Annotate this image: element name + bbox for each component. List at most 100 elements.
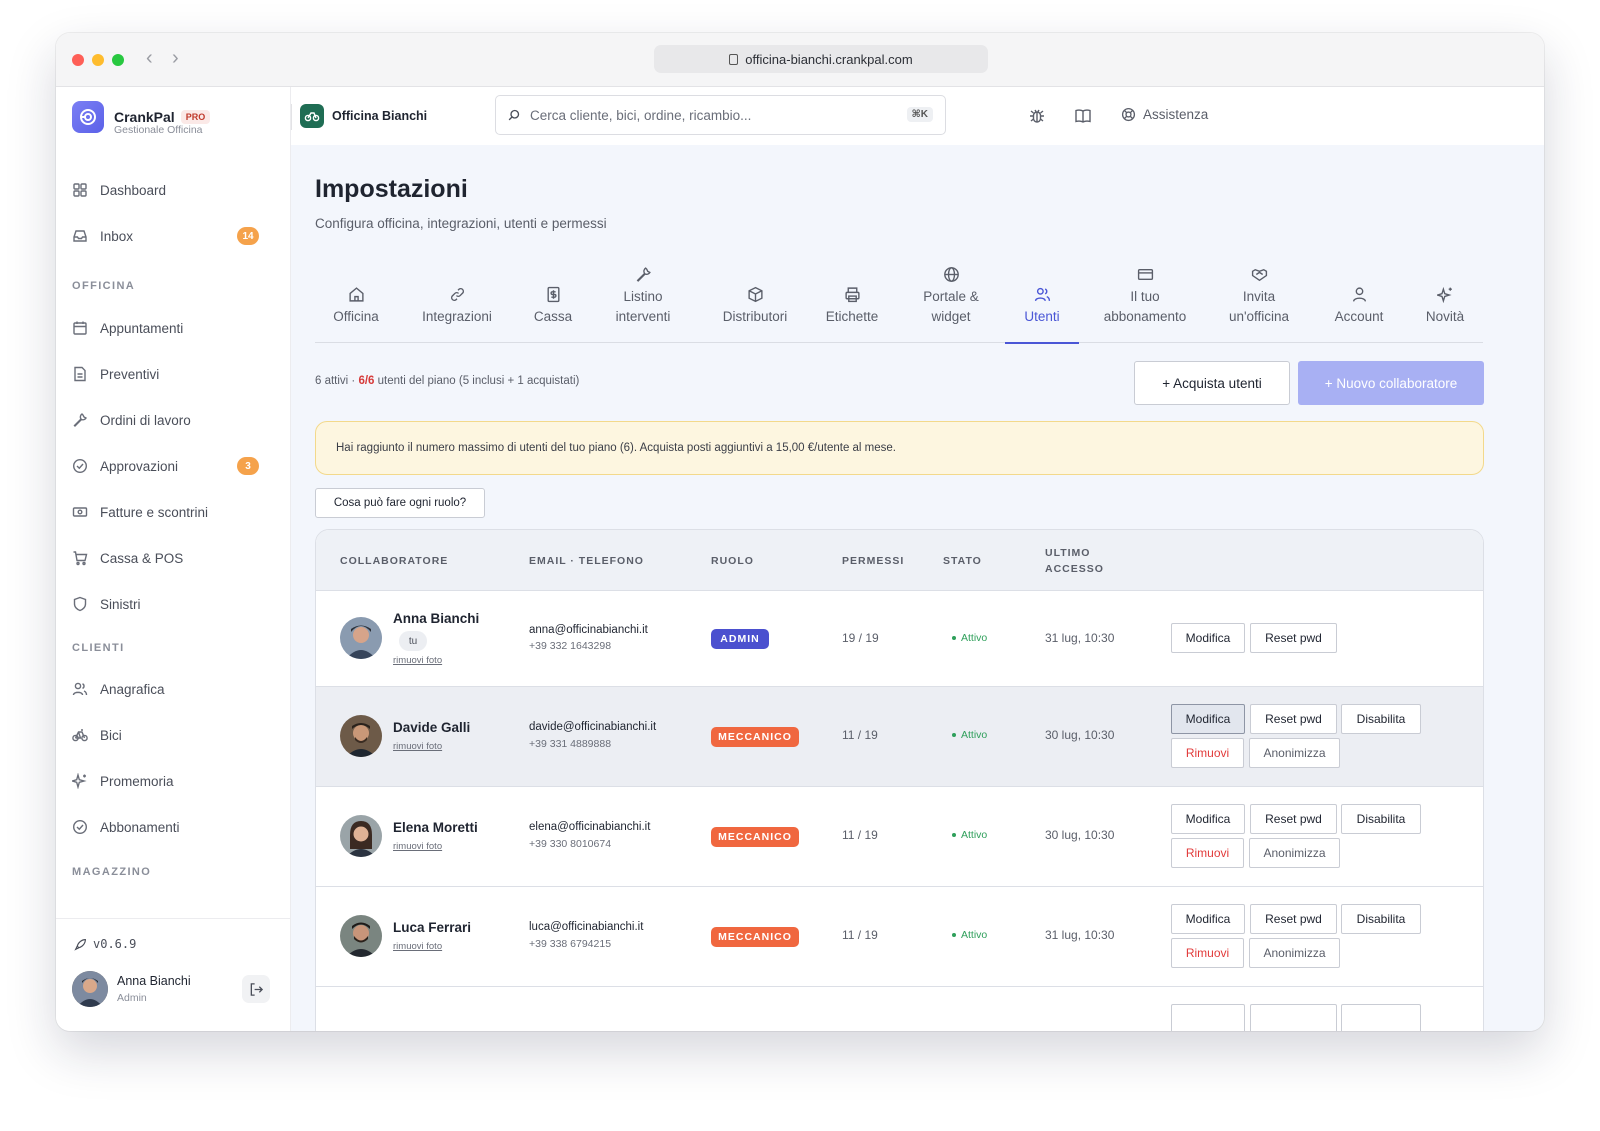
remove-photo-link[interactable]: rimuovi foto [393, 941, 442, 952]
sidebar-item-cassa-pos[interactable]: Cassa & POS [72, 541, 275, 575]
remove-button[interactable]: Rimuovi [1171, 738, 1244, 768]
remove-photo-link[interactable]: rimuovi foto [393, 741, 442, 752]
search-shortcut: ⌘K [906, 107, 933, 122]
sidebar-item-ordini-di-lavoro[interactable]: Ordini di lavoro [72, 403, 275, 437]
users-table: COLLABORATORE EMAIL · TELEFONO RUOLO PER… [315, 529, 1484, 1031]
maximize-window-button[interactable] [112, 54, 124, 66]
edit-button[interactable]: Modifica [1171, 704, 1245, 734]
last-access: 31 lug, 10:30 [1045, 928, 1115, 942]
reset-password-button[interactable]: Reset pwd [1250, 623, 1337, 653]
current-user-name: Anna Bianchi [117, 974, 191, 988]
sidebar-item-dashboard[interactable]: Dashboard [72, 173, 275, 207]
tab-integrazioni[interactable]: Integrazioni [411, 263, 503, 343]
minimize-window-button[interactable] [92, 54, 104, 66]
sidebar-item-anagrafica[interactable]: Anagrafica [72, 672, 275, 706]
address-bar[interactable]: officina-bianchi.crankpal.com [654, 45, 988, 73]
tab-portale-widget[interactable]: Portale & widget [913, 263, 989, 343]
inbox-icon [73, 230, 87, 242]
tab-listino-interventi[interactable]: Listino interventi [603, 263, 683, 343]
tab-novita[interactable]: Novità [1413, 263, 1477, 343]
page-title: Impostazioni [315, 175, 468, 203]
sidebar-item-abbonamenti[interactable]: Abbonamenti [72, 810, 275, 844]
anonymize-button[interactable]: Anonimizza [1249, 938, 1340, 968]
tab-etichette[interactable]: Etichette [817, 263, 887, 343]
sparkle-icon [72, 773, 87, 789]
sidebar-item-promemoria[interactable]: Promemoria [72, 764, 275, 798]
book-icon[interactable] [1074, 107, 1092, 130]
new-collaborator-button[interactable]: + Nuovo collaboratore [1298, 361, 1484, 405]
collaborator-name: Davide Galli [393, 720, 471, 735]
shop-switcher[interactable]: Officina Bianchi [300, 104, 427, 128]
bug-icon[interactable] [1028, 107, 1046, 130]
sidebar-item-approvazioni[interactable]: Approvazioni 3 [72, 449, 275, 483]
tab-cassa[interactable]: Cassa [521, 263, 585, 343]
role-badge: MECCANICO [711, 827, 799, 847]
edit-button[interactable]: Modifica [1171, 804, 1245, 834]
roles-help-button[interactable]: Cosa può fare ogni ruolo? [315, 488, 485, 518]
sidebar-item-preventivi[interactable]: Preventivi [72, 357, 275, 391]
tab-invita-officina[interactable]: Invita un'officina [1221, 263, 1297, 343]
check-circle-icon [72, 458, 88, 474]
nav-section-officina: OFFICINA [72, 280, 136, 292]
buy-users-button[interactable]: + Acquista utenti [1134, 361, 1290, 405]
tab-distributori[interactable]: Distributori [707, 263, 803, 343]
sidebar-item-label: Sinistri [100, 596, 141, 612]
tab-officina[interactable]: Officina [315, 263, 397, 343]
reset-password-button[interactable]: Reset pwd [1250, 804, 1337, 834]
remove-photo-link[interactable]: rimuovi foto [393, 841, 442, 852]
edit-button[interactable] [1171, 1004, 1245, 1031]
permissions-count: 11 / 19 [842, 828, 878, 842]
column-header: STATO [943, 554, 982, 567]
reset-password-button[interactable]: Reset pwd [1250, 704, 1337, 734]
edit-button[interactable]: Modifica [1171, 904, 1245, 934]
sidebar-item-label: Fatture e scontrini [100, 504, 209, 520]
active-users-count: 6 attivi · [315, 375, 359, 387]
link-icon [450, 288, 464, 301]
sidebar-item-fatture-e-scontrini[interactable]: Fatture e scontrini [72, 495, 275, 529]
help-button[interactable]: Assistenza [1121, 107, 1208, 122]
disable-button[interactable]: Disabilita [1341, 704, 1421, 734]
shop-name: Officina Bianchi [332, 109, 428, 123]
anonymize-button[interactable]: Anonimizza [1249, 738, 1340, 768]
disable-button[interactable]: Disabilita [1341, 904, 1421, 934]
sidebar-item-bici[interactable]: Bici [72, 718, 275, 752]
globe-icon [943, 267, 959, 282]
nav-section-clienti: CLIENTI [72, 642, 125, 654]
sidebar-item-label: Appuntamenti [100, 320, 184, 336]
alert-text: Hai raggiunto il numero massimo di utent… [336, 442, 896, 454]
sidebar-item-sinistri[interactable]: Sinistri [72, 587, 275, 621]
sidebar-item-appuntamenti[interactable]: Appuntamenti [72, 311, 275, 345]
disable-button[interactable] [1341, 1004, 1421, 1031]
remove-button[interactable]: Rimuovi [1171, 838, 1244, 868]
document-icon [74, 366, 86, 382]
logout-button[interactable] [242, 975, 270, 1003]
current-user-role: Admin [117, 992, 147, 1004]
main-content: Impostazioni Configura officina, integra… [291, 145, 1544, 1031]
close-window-button[interactable] [72, 54, 84, 66]
forward-arrow-icon[interactable]: › [172, 47, 179, 70]
tab-account[interactable]: Account [1325, 263, 1393, 343]
reset-password-button[interactable] [1250, 1004, 1337, 1031]
role-badge: MECCANICO [711, 727, 799, 747]
tab-label: Listino interventi [615, 289, 671, 324]
avatar[interactable] [72, 971, 108, 1007]
collaborator-phone: +39 332 1643298 [529, 640, 612, 652]
sidebar-item-label: Bici [100, 727, 122, 743]
sidebar-footer: v0.6.9 Anna Bianchi Admin [56, 918, 291, 1031]
reset-password-button[interactable]: Reset pwd [1250, 904, 1337, 934]
edit-button[interactable]: Modifica [1171, 623, 1245, 653]
column-header: PERMESSI [842, 554, 905, 567]
sidebar-item-inbox[interactable]: Inbox 14 [72, 219, 275, 253]
disable-button[interactable]: Disabilita [1341, 804, 1421, 834]
search-input[interactable]: Cerca cliente, bici, ordine, ricambio...… [495, 95, 946, 135]
tab-utenti[interactable]: Utenti [1005, 263, 1079, 344]
tab-il-tuo-abbonamento[interactable]: Il tuo abbonamento [1097, 263, 1193, 343]
anonymize-button[interactable]: Anonimizza [1249, 838, 1340, 868]
remove-photo-link[interactable]: rimuovi foto [393, 655, 442, 666]
tab-label: Etichette [825, 309, 879, 324]
bike-icon [72, 729, 88, 742]
remove-button[interactable]: Rimuovi [1171, 938, 1244, 968]
back-arrow-icon[interactable]: ‹ [146, 47, 153, 70]
collaborator-name: Luca Ferrari [393, 920, 472, 935]
permissions-count: 19 / 19 [842, 631, 879, 645]
